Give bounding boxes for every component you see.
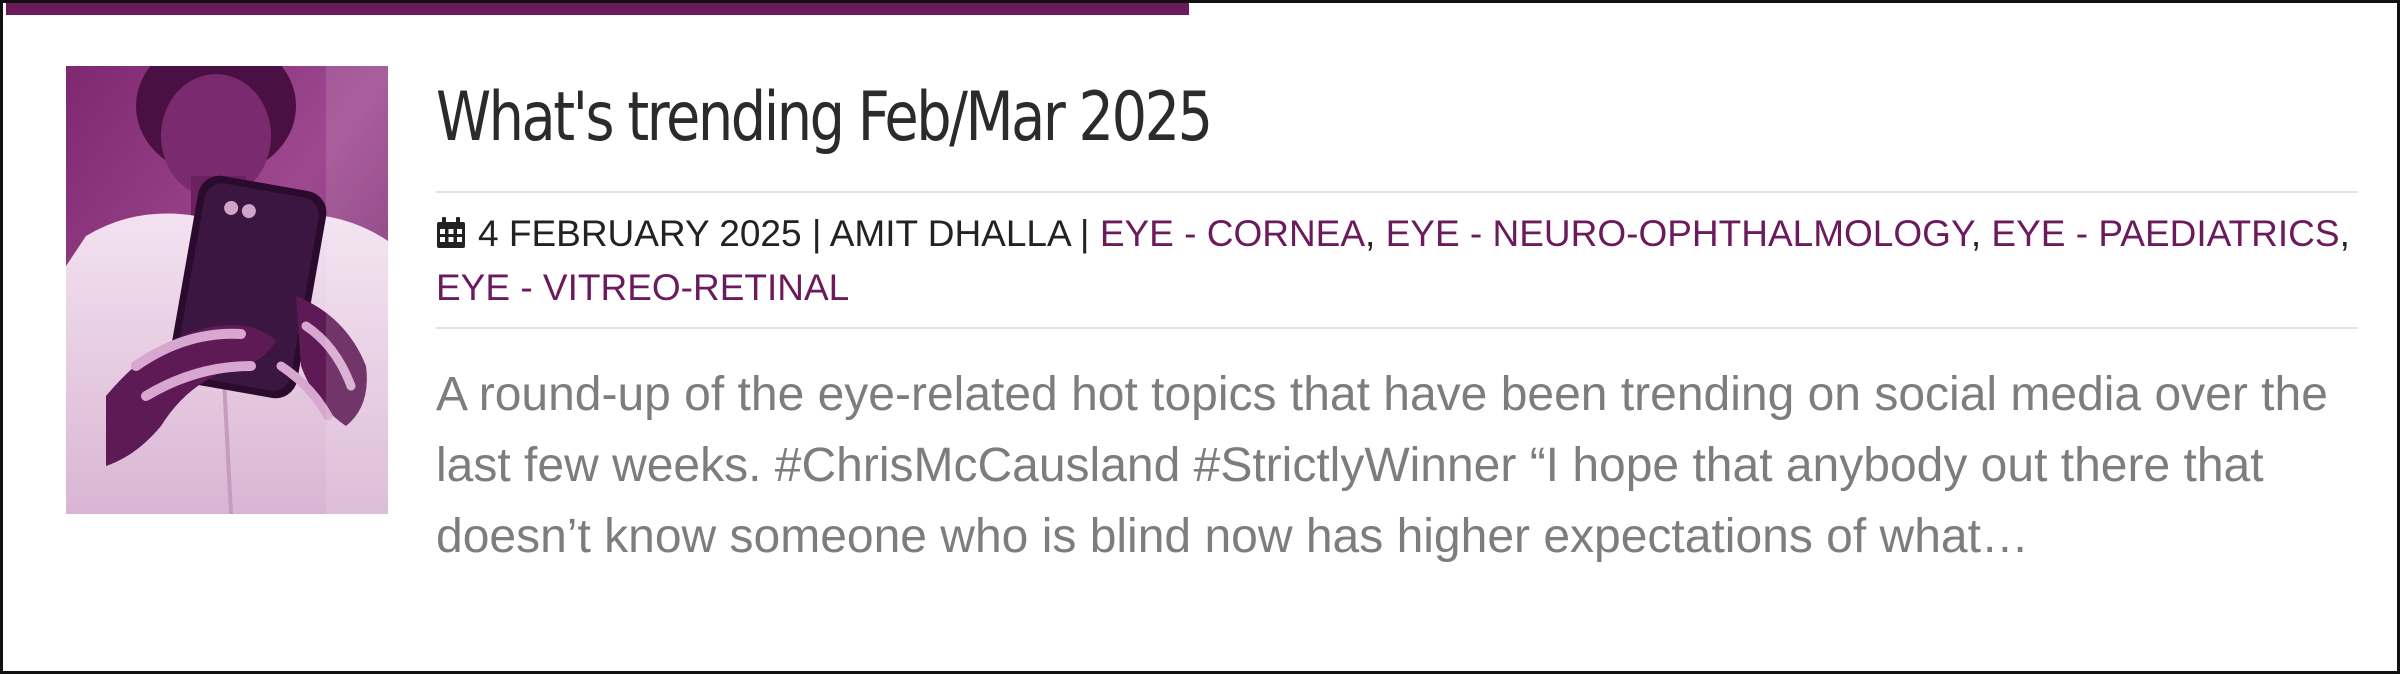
- person-using-smartphone-photo: [66, 66, 388, 514]
- post-content: What's trending Feb/Mar 2025 4 FEBRUARY …: [436, 63, 2358, 572]
- post-title[interactable]: What's trending Feb/Mar 2025: [436, 63, 2012, 173]
- calendar-icon: [437, 217, 465, 248]
- meta-separator: |: [1069, 213, 1100, 254]
- accent-bar: [6, 3, 1189, 15]
- post-author: AMIT DHALLA: [829, 213, 1070, 254]
- meta-separator: |: [801, 213, 830, 254]
- category-separator: ,: [1365, 213, 1386, 254]
- post-meta: 4 FEBRUARY 2025 | AMIT DHALLA | EYE - CO…: [436, 193, 2358, 327]
- post-excerpt: A round-up of the eye-related hot topics…: [436, 368, 2328, 563]
- category-link-cornea[interactable]: EYE - CORNEA: [1100, 213, 1365, 254]
- meta-bottom-divider: [436, 327, 2358, 329]
- category-separator: ,: [1970, 213, 1992, 254]
- category-link-neuro-ophthalmology[interactable]: EYE - NEURO-OPHTHALMOLOGY: [1386, 213, 1971, 254]
- category-link-vitreo-retinal[interactable]: EYE - VITREO-RETINAL: [436, 267, 849, 308]
- category-link-paediatrics[interactable]: EYE - PAEDIATRICS: [1991, 213, 2339, 254]
- post-card: What's trending Feb/Mar 2025 4 FEBRUARY …: [0, 0, 2400, 674]
- post-date: 4 FEBRUARY 2025: [478, 213, 802, 254]
- post-thumbnail[interactable]: [66, 66, 388, 514]
- category-separator: ,: [2339, 213, 2350, 254]
